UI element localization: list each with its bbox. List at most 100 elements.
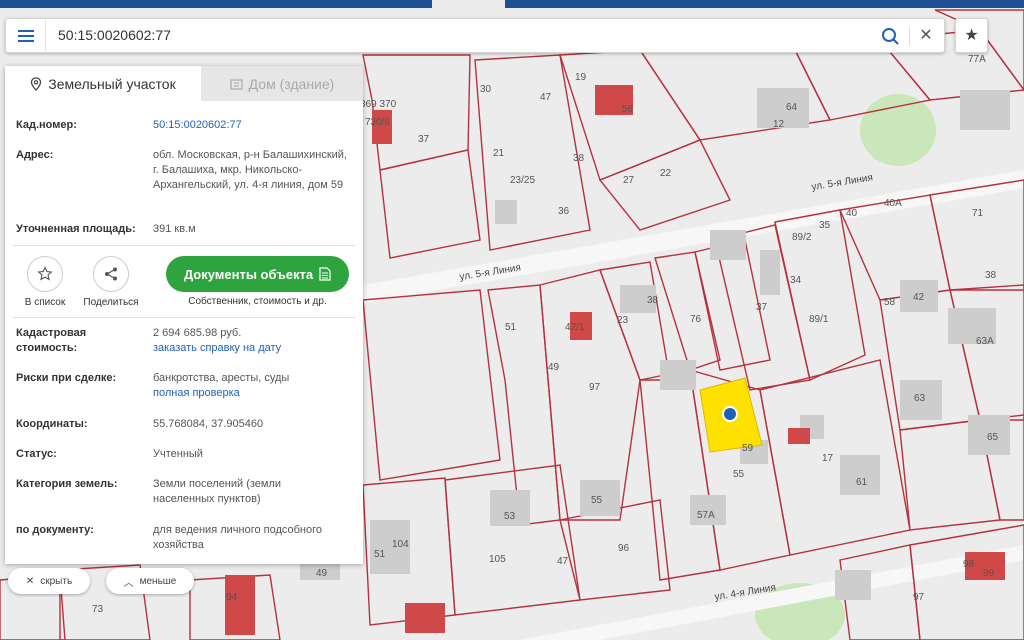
parcel-marker-icon[interactable] xyxy=(722,406,738,422)
address-value: обл. Московская, р-н Балашихинский, г. Б… xyxy=(153,149,348,191)
add-to-list-label: В список xyxy=(24,297,66,308)
parcel-number: 97 xyxy=(589,382,601,393)
parcel-number: 369 370 xyxy=(360,99,397,110)
parcel-number: 51 xyxy=(374,549,386,560)
hide-panel-button[interactable]: ✕ скрыть xyxy=(8,568,90,594)
parcel-number: 730/6 xyxy=(365,117,390,128)
parcel-number: 55 xyxy=(733,469,745,480)
parcel-number: 23/25 xyxy=(510,175,535,186)
parcel-number: 57А xyxy=(697,510,715,521)
parcel-number: 94 xyxy=(226,592,238,603)
parcel-number: 97 xyxy=(913,592,925,603)
cad-value-label: Кадастровая стоимость: xyxy=(16,327,87,354)
parcel-number: 99 xyxy=(983,568,995,579)
chevron-up-icon: ︿ xyxy=(123,577,134,589)
star-icon[interactable]: ★ xyxy=(955,18,988,53)
parcel-number: 49 xyxy=(548,362,560,373)
parcel-number: 34 xyxy=(790,275,802,286)
order-certificate-link[interactable]: заказать справку на дату xyxy=(153,341,353,356)
location-pin-icon xyxy=(31,76,42,91)
share-button[interactable] xyxy=(93,256,129,292)
parcel-number: 51 xyxy=(505,322,517,333)
parcel-number: 37 xyxy=(756,302,768,313)
parcel-number: 65 xyxy=(987,432,999,443)
divider xyxy=(13,245,355,246)
tab-land-plot-label: Земельный участок xyxy=(48,75,176,92)
parcel-number: 56 xyxy=(622,104,634,115)
search-bar: 50:15:0020602:77 ✕ xyxy=(5,18,945,53)
parcel-number: 38 xyxy=(573,153,585,164)
parcel-number: 21 xyxy=(493,148,505,159)
parcel-number: 77А xyxy=(968,54,986,65)
cad-number-link[interactable]: 50:15:0020602:77 xyxy=(153,118,353,133)
parcel-number: 53 xyxy=(504,511,516,522)
parcel-number: 23 xyxy=(617,315,629,326)
documents-button-label: Документы объекта xyxy=(183,266,314,282)
parcel-number: 64 xyxy=(786,102,798,113)
parcel-number: 27 xyxy=(623,175,635,186)
parcel-number: 89/2 xyxy=(792,232,812,243)
status-value: Учтенный xyxy=(153,448,203,460)
category-label: Категория земель: xyxy=(16,478,118,490)
red-building xyxy=(405,603,445,633)
parcel-number: 73 xyxy=(92,604,104,615)
panel-tabs: Земельный участок Дом (здание) xyxy=(5,66,363,101)
tab-land-plot[interactable]: Земельный участок xyxy=(5,66,201,101)
parcel-number: 12 xyxy=(773,119,785,130)
building-icon xyxy=(230,78,243,90)
address-label: Адрес: xyxy=(16,149,54,161)
building xyxy=(760,250,780,295)
building xyxy=(710,230,746,260)
building xyxy=(840,455,880,495)
share-label: Поделиться xyxy=(83,297,139,308)
menu-icon[interactable] xyxy=(6,19,46,52)
parcel-number: 42/1 xyxy=(565,322,585,333)
parcel-number: 89/1 xyxy=(809,314,829,325)
close-icon: ✕ xyxy=(25,575,35,587)
area-value: 391 кв.м xyxy=(153,223,196,235)
parcel-number: 96 xyxy=(618,543,630,554)
top-strip xyxy=(0,0,432,8)
close-icon[interactable]: ✕ xyxy=(914,24,938,48)
search-input[interactable]: 50:15:0020602:77 xyxy=(58,27,171,43)
parcel-number: 42 xyxy=(913,292,925,303)
parcel-number: 105 xyxy=(489,554,506,565)
risks-label: Риски при сделке: xyxy=(16,372,117,384)
star-outline-icon xyxy=(37,266,53,281)
less-label: меньше xyxy=(139,575,177,587)
share-icon xyxy=(105,267,117,281)
parcel-number: 59 xyxy=(742,443,754,454)
parcel-number: 76 xyxy=(690,314,702,325)
category-value: Земли поселений (земли населенных пункто… xyxy=(153,478,282,505)
parcel-number: 19 xyxy=(575,72,587,83)
cad-value-value: 2 694 685.98 руб. xyxy=(153,327,242,339)
search-icon[interactable] xyxy=(879,25,901,47)
object-documents-button[interactable]: Документы объекта xyxy=(166,256,349,292)
collapse-panel-button[interactable]: ︿ меньше xyxy=(106,568,194,594)
building xyxy=(835,570,871,600)
parcel-number: 104 xyxy=(392,539,409,550)
document-purpose-label: по документу: xyxy=(16,524,94,536)
red-building xyxy=(788,428,810,444)
add-to-list-button[interactable] xyxy=(27,256,63,292)
building xyxy=(960,90,1010,130)
parcel-number: 71 xyxy=(972,208,984,219)
info-panel: Земельный участок Дом (здание) Кад.номер… xyxy=(5,66,363,564)
tab-house-label: Дом (здание) xyxy=(248,75,335,92)
cad-number-label: Кад.номер: xyxy=(16,119,77,131)
parcel-number: 40А xyxy=(884,198,902,209)
parcel-number: 37 xyxy=(418,134,430,145)
tab-house[interactable]: Дом (здание) xyxy=(201,66,363,101)
parcel-number: 47 xyxy=(540,92,552,103)
parcel-number: 63 xyxy=(914,393,926,404)
full-check-link[interactable]: полная проверка xyxy=(153,386,353,401)
status-label: Статус: xyxy=(16,448,57,460)
coordinates-value: 55.768084, 37.905460 xyxy=(153,418,264,430)
risks-value: банкротства, аресты, суды xyxy=(153,372,290,384)
parcel-number: 98 xyxy=(963,559,975,570)
green-area xyxy=(860,94,936,166)
parcel-number: 35 xyxy=(819,220,831,231)
document-icon xyxy=(319,267,331,281)
parcel-number: 47 xyxy=(557,556,569,567)
parcel-number: 61 xyxy=(856,477,868,488)
